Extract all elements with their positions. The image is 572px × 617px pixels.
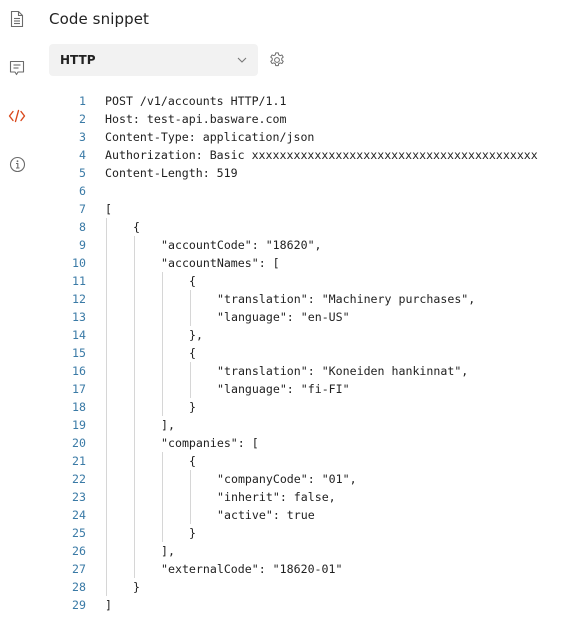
- indent-guide: [190, 362, 191, 398]
- code-icon: [8, 109, 26, 123]
- line-number: 15: [72, 346, 86, 360]
- indent-guide: [162, 272, 163, 416]
- line-number: 25: [72, 526, 86, 540]
- line-number: 26: [72, 544, 86, 558]
- line-number: 18: [72, 400, 86, 414]
- line-number: 17: [72, 382, 86, 396]
- code-text: "translation": "Machinery purchases",: [217, 292, 476, 306]
- code-text: [: [105, 202, 112, 216]
- language-select-value: HTTP: [60, 53, 96, 67]
- indent-guide: [134, 236, 135, 578]
- indent-guide: [190, 290, 191, 326]
- code-text: {: [189, 346, 196, 360]
- line-number: 8: [79, 220, 86, 234]
- code-text: ]: [105, 598, 112, 612]
- line-number: 20: [72, 436, 86, 450]
- code-text: {: [133, 220, 140, 234]
- sidebar-item-info[interactable]: [8, 155, 26, 173]
- line-number: 6: [79, 184, 86, 198]
- line-number: 22: [72, 472, 86, 486]
- code-text: POST /v1/accounts HTTP/1.1: [105, 94, 287, 108]
- line-number: 21: [72, 454, 86, 468]
- code-text: Authorization: Basic xxxxxxxxxxxxxxxxxxx…: [105, 148, 538, 162]
- info-icon: [9, 156, 26, 173]
- sidebar: [0, 0, 34, 617]
- code-text: "accountCode": "18620",: [161, 238, 322, 252]
- code-text: Host: test-api.basware.com: [105, 112, 287, 126]
- code-text: "language": "fi-FI": [217, 382, 350, 396]
- line-number: 13: [72, 310, 86, 324]
- line-number: 14: [72, 328, 86, 342]
- sidebar-item-comments[interactable]: [8, 59, 26, 77]
- line-number: 24: [72, 508, 86, 522]
- line-number: 16: [72, 364, 86, 378]
- line-number: 5: [79, 166, 86, 180]
- sidebar-item-documentation[interactable]: [8, 10, 26, 28]
- indent-guide: [190, 470, 191, 524]
- code-text: {: [189, 274, 196, 288]
- code-text: Content-Type: application/json: [105, 130, 315, 144]
- language-select[interactable]: HTTP: [49, 44, 258, 76]
- code-text: "externalCode": "18620-01": [161, 562, 343, 576]
- document-icon: [10, 10, 24, 28]
- code-text: "inherit": false,: [217, 490, 336, 504]
- panel-title: Code snippet: [49, 10, 150, 28]
- code-text: ],: [161, 544, 175, 558]
- code-text: {: [189, 454, 196, 468]
- line-number: 27: [72, 562, 86, 576]
- line-number: 29: [72, 598, 86, 612]
- line-number: 7: [79, 202, 86, 216]
- settings-button[interactable]: [268, 51, 286, 69]
- line-number: 3: [79, 130, 86, 144]
- comment-icon: [9, 60, 25, 76]
- line-number: 9: [79, 238, 86, 252]
- line-number: 19: [72, 418, 86, 432]
- code-text: },: [189, 328, 203, 342]
- line-number: 10: [72, 256, 86, 270]
- code-text: "language": "en-US": [217, 310, 350, 324]
- code-text: }: [189, 526, 196, 540]
- indent-guide: [162, 452, 163, 542]
- sidebar-item-code[interactable]: [8, 107, 26, 125]
- line-number: 4: [79, 148, 86, 162]
- gear-icon: [268, 52, 286, 73]
- code-text: "active": true: [217, 508, 315, 522]
- chevron-down-icon: [237, 55, 247, 65]
- code-text: }: [133, 580, 140, 594]
- code-text: "accountNames": [: [161, 256, 280, 270]
- line-number: 23: [72, 490, 86, 504]
- code-text: "translation": "Koneiden hankinnat",: [217, 364, 469, 378]
- indent-guide: [106, 218, 107, 596]
- code-text: ],: [161, 418, 175, 432]
- line-number: 28: [72, 580, 86, 594]
- code-text: "companyCode": "01",: [217, 472, 357, 486]
- line-number: 12: [72, 292, 86, 306]
- code-text: "companies": [: [161, 436, 259, 450]
- line-number: 11: [72, 274, 86, 288]
- line-number: 1: [79, 94, 86, 108]
- code-text: }: [189, 400, 196, 414]
- line-number: 2: [79, 112, 86, 126]
- code-text: Content-Length: 519: [105, 166, 238, 180]
